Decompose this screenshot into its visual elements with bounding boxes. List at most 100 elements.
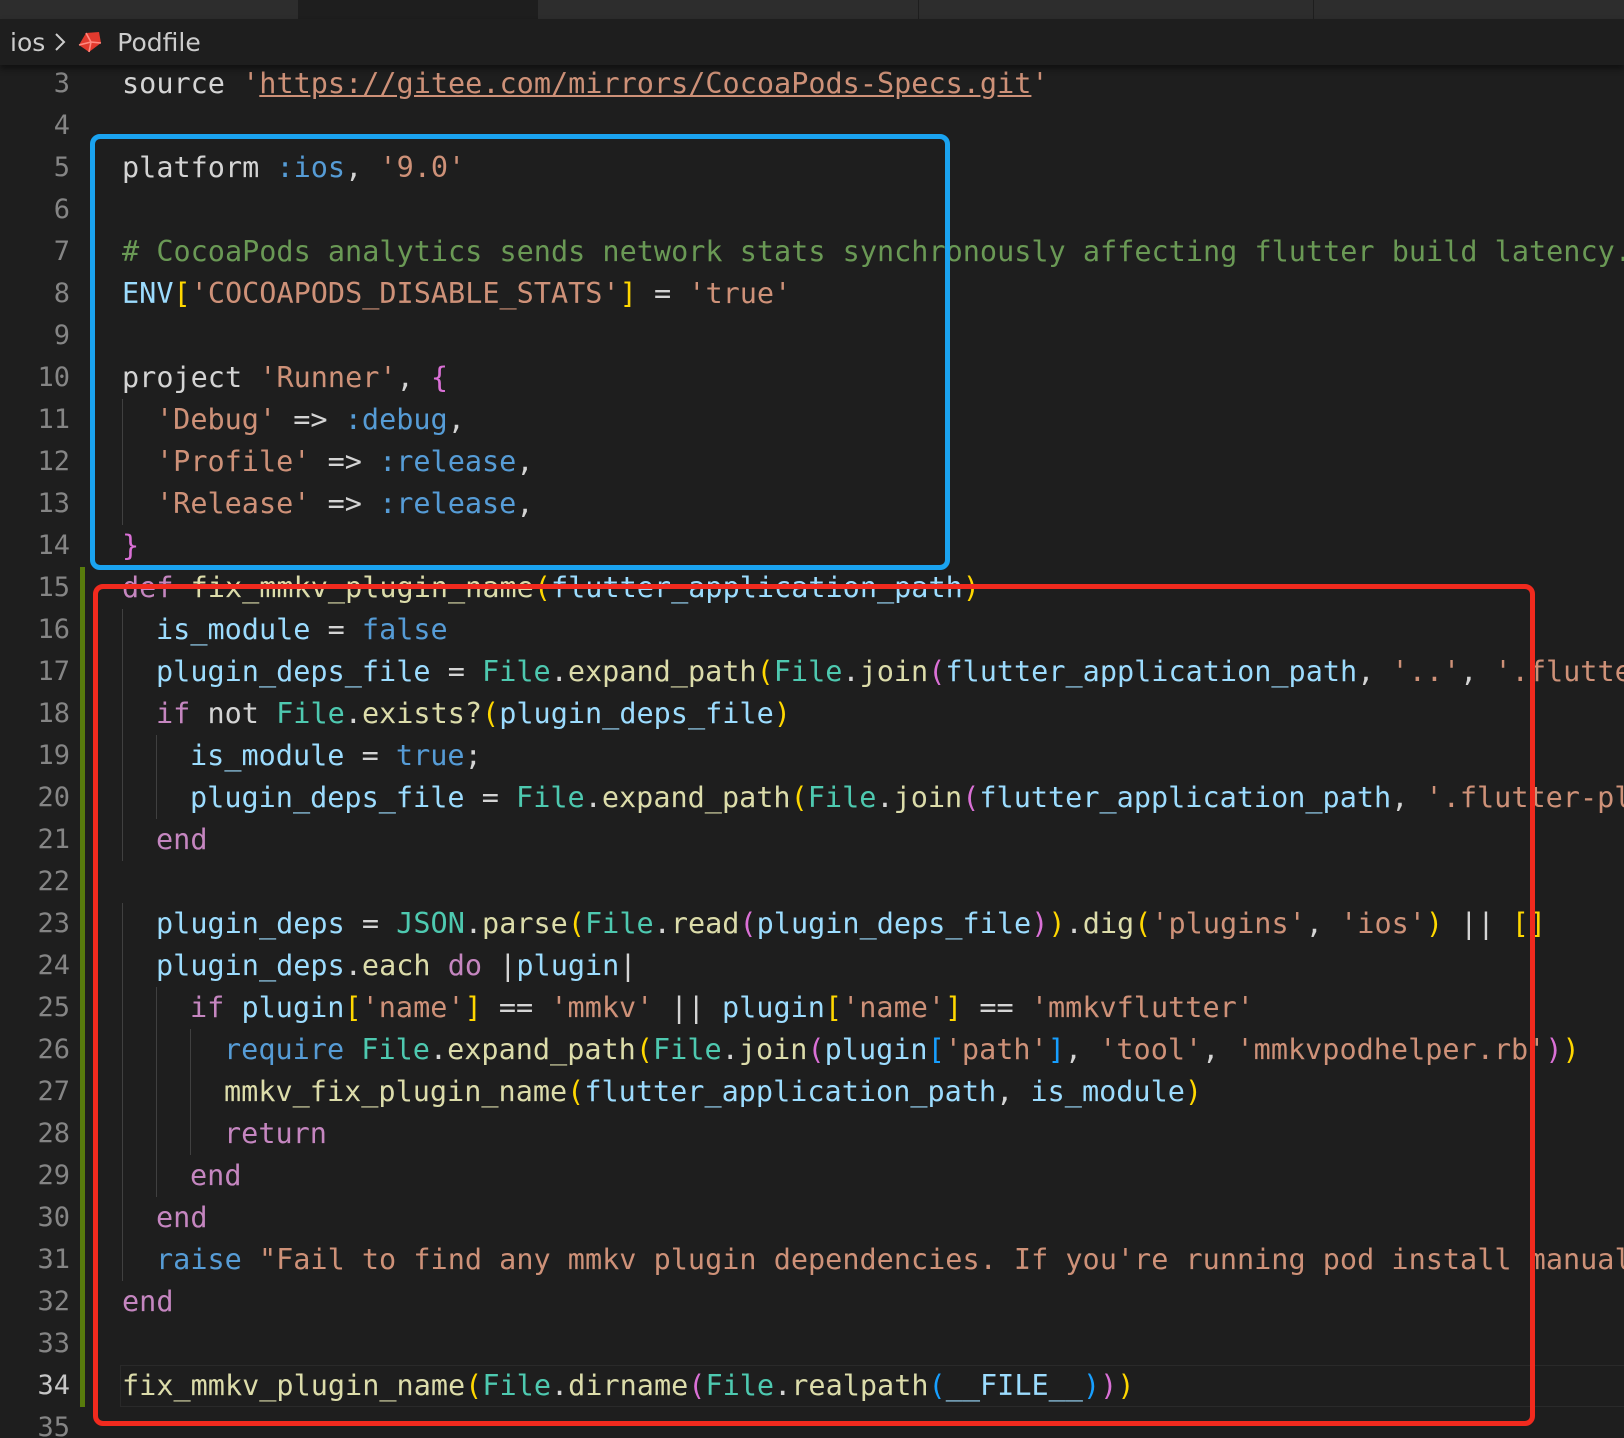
code-line[interactable]: 15 def fix_mmkv_plugin_name(flutter_appli… — [0, 567, 1624, 609]
code-token: 'mmkv' — [550, 991, 654, 1024]
code-token: expand_path — [601, 781, 791, 814]
git-modified-marker[interactable] — [80, 903, 85, 945]
git-modified-marker[interactable] — [80, 1281, 85, 1323]
code-line[interactable]: 33 — [0, 1323, 1624, 1365]
code-token: raise — [156, 1243, 259, 1276]
breadcrumb-folder[interactable]: ios — [10, 28, 45, 57]
code-token: plugin — [721, 991, 825, 1024]
code-line[interactable]: 34 fix_mmkv_plugin_name(File.dirname(File… — [0, 1365, 1624, 1407]
code-line[interactable]: 10 project 'Runner', { — [0, 357, 1624, 399]
code-line[interactable]: 14} — [0, 525, 1624, 567]
code-line[interactable]: 7 # CocoaPods analytics sends network sta… — [0, 231, 1624, 273]
code-line[interactable]: 27 mmkv_fix_plugin_name(flutter_applicati… — [0, 1071, 1624, 1113]
code-text: source 'https://gitee.com/mirrors/CocoaP… — [122, 63, 1049, 105]
git-modified-marker[interactable] — [80, 567, 85, 609]
line-number: 35 — [37, 1412, 70, 1438]
indent-guide — [122, 693, 123, 735]
code-line[interactable]: 22 — [0, 861, 1624, 903]
code-token: ) — [1048, 907, 1066, 940]
code-token: { — [430, 361, 449, 394]
git-modified-marker[interactable] — [80, 1113, 85, 1155]
editor-tab[interactable] — [0, 0, 299, 19]
code-line[interactable]: 16 is_module = false — [0, 609, 1624, 651]
line-number: 8 — [53, 278, 70, 309]
git-modified-marker[interactable] — [80, 1155, 85, 1197]
code-token: read — [670, 907, 740, 940]
code-token: ( — [482, 697, 500, 730]
editor-tab[interactable] — [919, 0, 1314, 19]
code-token: end — [156, 823, 208, 856]
code-line[interactable]: 28 return — [0, 1113, 1624, 1155]
code-line[interactable]: 35 — [0, 1407, 1624, 1438]
git-modified-marker[interactable] — [80, 777, 85, 819]
git-modified-marker[interactable] — [80, 1365, 85, 1407]
editor-tab[interactable] — [1314, 0, 1624, 19]
code-token: . — [1065, 907, 1083, 940]
code-token: == — [481, 991, 551, 1024]
code-token: end — [156, 1201, 208, 1234]
code-line[interactable]: 17 plugin_deps_file = File.expand_path(Fi… — [0, 651, 1624, 693]
editor-tab[interactable] — [538, 0, 919, 19]
line-number: 14 — [37, 530, 70, 561]
code-token: plugin_deps_file — [499, 697, 774, 730]
code-line[interactable]: 21 end — [0, 819, 1624, 861]
code-line[interactable]: 13 'Release' => :release, — [0, 483, 1624, 525]
git-modified-marker[interactable] — [80, 861, 85, 903]
code-line[interactable]: 24 plugin_deps.each do |plugin| — [0, 945, 1624, 987]
code-line[interactable]: 8 ENV['COCOAPODS_DISABLE_STATS'] = 'true' — [0, 273, 1624, 315]
code-line[interactable]: 25 if plugin['name'] == 'mmkv' || plugin[… — [0, 987, 1624, 1029]
git-modified-marker[interactable] — [80, 945, 85, 987]
code-editor[interactable]: 3 source 'https://gitee.com/mirrors/Cocoa… — [0, 63, 1624, 1438]
code-token: not — [207, 697, 277, 730]
code-text: plugin_deps.each do |plugin| — [156, 945, 637, 987]
code-line[interactable]: 12 'Profile' => :release, — [0, 441, 1624, 483]
code-line[interactable]: 31 raise "Fail to find any mmkv plugin de… — [0, 1239, 1624, 1281]
code-token: join — [738, 1033, 808, 1066]
code-text: end — [156, 1197, 207, 1239]
code-token: flutter_application_path — [979, 781, 1392, 814]
indent-guide — [122, 1155, 123, 1197]
code-token: project — [122, 361, 260, 394]
code-token: plugin — [824, 1033, 928, 1066]
code-text: def fix_mmkv_plugin_name(flutter_applica… — [122, 567, 980, 609]
code-line[interactable]: 18 if not File.exists?(plugin_deps_file) — [0, 693, 1624, 735]
code-token: = — [310, 613, 362, 646]
code-line[interactable]: 23 plugin_deps = JSON.parse(File.read(plu… — [0, 903, 1624, 945]
git-modified-marker[interactable] — [80, 1239, 85, 1281]
code-text: 'Profile' => :release, — [156, 441, 534, 483]
code-token: . — [842, 655, 860, 688]
git-modified-marker[interactable] — [80, 735, 85, 777]
code-token: '9.0' — [379, 151, 466, 184]
git-modified-marker[interactable] — [80, 1323, 85, 1365]
code-line[interactable]: 26 require File.expand_path(File.join(plu… — [0, 1029, 1624, 1071]
editor-tab-active[interactable] — [299, 0, 538, 19]
code-line[interactable]: 32 end — [0, 1281, 1624, 1323]
git-modified-marker[interactable] — [80, 1071, 85, 1113]
code-line[interactable]: 6 — [0, 189, 1624, 231]
breadcrumb-file[interactable]: Podfile — [117, 28, 200, 57]
code-line[interactable]: 20 plugin_deps_file = File.expand_path(Fi… — [0, 777, 1624, 819]
code-line[interactable]: 19 is_module = true; — [0, 735, 1624, 777]
code-line[interactable]: 29 end — [0, 1155, 1624, 1197]
code-line[interactable]: 4 — [0, 105, 1624, 147]
code-line[interactable]: 3 source 'https://gitee.com/mirrors/Cocoa… — [0, 63, 1624, 105]
git-modified-marker[interactable] — [80, 1197, 85, 1239]
code-token: [ — [824, 991, 843, 1024]
code-text: end — [122, 1281, 173, 1323]
code-token: ; — [464, 739, 482, 772]
code-line[interactable]: 5 platform :ios, '9.0' — [0, 147, 1624, 189]
indent-guide — [156, 735, 157, 777]
git-modified-marker[interactable] — [80, 693, 85, 735]
code-token: end — [190, 1159, 242, 1192]
git-modified-marker[interactable] — [80, 609, 85, 651]
code-token: ) — [962, 571, 980, 604]
code-line[interactable]: 9 — [0, 315, 1624, 357]
code-token: ) — [1425, 907, 1444, 940]
code-token: [ — [927, 1033, 945, 1066]
code-line[interactable]: 11 'Debug' => :debug, — [0, 399, 1624, 441]
git-modified-marker[interactable] — [80, 819, 85, 861]
git-modified-marker[interactable] — [80, 1029, 85, 1071]
git-modified-marker[interactable] — [80, 651, 85, 693]
code-line[interactable]: 30 end — [0, 1197, 1624, 1239]
git-modified-marker[interactable] — [80, 987, 85, 1029]
